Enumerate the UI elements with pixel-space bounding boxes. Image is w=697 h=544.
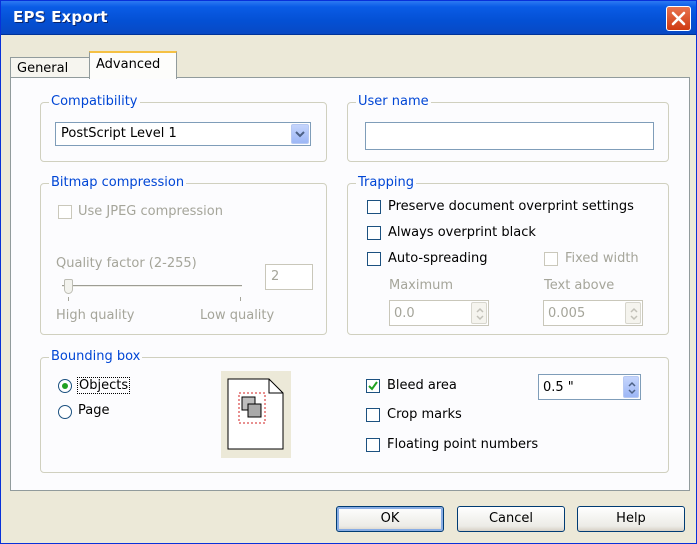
user-name-input[interactable] xyxy=(365,122,654,150)
trapping-group: Trapping Preserve document overprint set… xyxy=(347,175,669,335)
crop-marks-checkbox[interactable] xyxy=(366,408,380,422)
fixed-width-checkbox[interactable] xyxy=(544,252,558,266)
use-jpeg-checkbox[interactable] xyxy=(58,205,72,219)
text-above-value: 0.005 xyxy=(548,306,586,321)
quality-factor-value: 2 xyxy=(271,269,280,284)
maximum-label: Maximum xyxy=(389,278,454,293)
quality-slider-thumb[interactable] xyxy=(64,279,73,294)
eps-export-dialog: EPS Export General Advanced Compatibilit… xyxy=(0,0,697,544)
bleed-area-label: Bleed area xyxy=(387,378,457,393)
ok-button[interactable]: OK xyxy=(336,506,444,532)
objects-radio[interactable] xyxy=(58,379,72,393)
quality-factor-label: Quality factor (2-255) xyxy=(56,256,197,271)
bleed-area-value: 0.5 " xyxy=(543,380,574,395)
bounding-box-group: Bounding box Objects Page Bleed area 0.5… xyxy=(40,349,669,473)
text-above-spinbox[interactable]: 0.005 xyxy=(543,300,643,326)
maximum-spinbox[interactable]: 0.0 xyxy=(389,300,489,326)
trapping-group-label: Trapping xyxy=(356,175,416,190)
tab-advanced-label: Advanced xyxy=(96,57,161,72)
crop-marks-label: Crop marks xyxy=(387,407,462,422)
low-quality-label: Low quality xyxy=(200,308,275,323)
page-label: Page xyxy=(78,403,110,418)
chevron-down-icon[interactable] xyxy=(291,124,309,144)
page-radio[interactable] xyxy=(58,405,72,419)
compatibility-group-label: Compatibility xyxy=(49,94,140,109)
tab-general-label: General xyxy=(17,61,69,76)
bitmap-compression-group-label: Bitmap compression xyxy=(49,175,187,190)
always-overprint-label: Always overprint black xyxy=(388,225,536,240)
maximum-value: 0.0 xyxy=(394,306,415,321)
window-title: EPS Export xyxy=(13,8,108,26)
bleed-area-checkbox[interactable] xyxy=(366,379,380,393)
page-preview-icon xyxy=(227,378,284,450)
auto-spreading-label: Auto-spreading xyxy=(388,251,488,266)
tab-advanced[interactable]: Advanced xyxy=(89,51,177,79)
maximum-spin-buttons[interactable] xyxy=(471,302,487,324)
close-button[interactable] xyxy=(666,6,691,31)
bounding-box-group-label: Bounding box xyxy=(49,349,143,364)
fixed-width-label: Fixed width xyxy=(565,251,639,266)
help-button[interactable]: Help xyxy=(577,506,685,532)
tab-general[interactable]: General xyxy=(10,57,90,78)
bounding-box-preview xyxy=(221,371,291,458)
bitmap-compression-group: Bitmap compression Use JPEG compression … xyxy=(40,175,327,335)
radio-selected-dot xyxy=(62,383,68,389)
objects-label: Objects xyxy=(77,377,131,394)
compatibility-group: Compatibility PostScript Level 1 xyxy=(40,94,327,162)
high-quality-label: High quality xyxy=(56,308,135,323)
title-bar[interactable]: EPS Export xyxy=(1,1,696,35)
text-above-spin-buttons[interactable] xyxy=(625,302,641,324)
auto-spreading-checkbox[interactable] xyxy=(367,252,381,266)
spin-arrows-icon xyxy=(630,307,638,321)
slider-tick-end xyxy=(240,297,241,301)
user-name-group-label: User name xyxy=(356,94,431,109)
compatibility-select[interactable]: PostScript Level 1 xyxy=(55,122,311,146)
checkmark-icon xyxy=(368,381,378,391)
spin-arrows-icon xyxy=(628,381,636,395)
use-jpeg-label: Use JPEG compression xyxy=(78,204,223,219)
preserve-overprint-label: Preserve document overprint settings xyxy=(388,199,634,214)
user-name-group: User name xyxy=(347,94,669,162)
compatibility-selected-value: PostScript Level 1 xyxy=(61,126,177,141)
text-above-label: Text above xyxy=(544,278,615,293)
close-icon xyxy=(671,11,686,26)
advanced-tab-panel: Compatibility PostScript Level 1 User na… xyxy=(10,77,690,491)
bleed-spin-buttons[interactable] xyxy=(623,376,639,398)
always-overprint-checkbox[interactable] xyxy=(367,226,381,240)
quality-factor-input[interactable]: 2 xyxy=(265,264,313,290)
spin-arrows-icon xyxy=(476,307,484,321)
floating-point-label: Floating point numbers xyxy=(387,437,539,452)
floating-point-checkbox[interactable] xyxy=(366,438,380,452)
bleed-area-spinbox[interactable]: 0.5 " xyxy=(538,374,641,400)
preserve-overprint-checkbox[interactable] xyxy=(367,200,381,214)
cancel-button[interactable]: Cancel xyxy=(457,506,565,532)
quality-slider-track xyxy=(62,285,242,288)
slider-tick-start xyxy=(68,297,69,301)
